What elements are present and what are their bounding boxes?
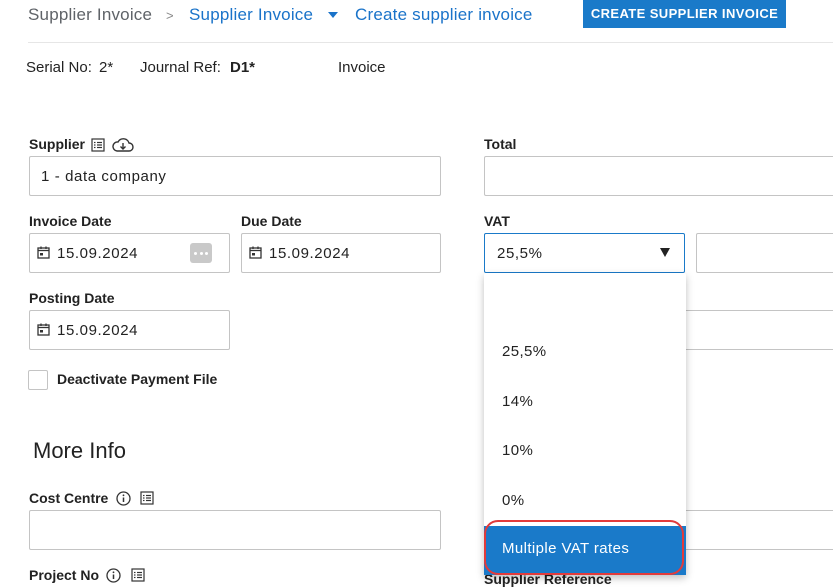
serial-no-label: Serial No: bbox=[26, 59, 92, 76]
due-date-field[interactable]: 15.09.2024 bbox=[241, 233, 441, 273]
breadcrumb-parent[interactable]: Supplier Invoice bbox=[189, 5, 313, 25]
breadcrumb-home[interactable]: Supplier Invoice bbox=[28, 5, 152, 25]
serial-no-value: 2* bbox=[99, 59, 114, 76]
vat-amount-field[interactable] bbox=[696, 233, 833, 273]
cost-centre-label: Cost Centre bbox=[29, 490, 109, 506]
vat-label: VAT bbox=[484, 213, 510, 229]
more-options-icon[interactable] bbox=[190, 243, 212, 263]
create-supplier-invoice-button[interactable]: CREATE SUPPLIER INVOICE bbox=[583, 0, 786, 28]
posting-date-field[interactable]: 15.09.2024 bbox=[29, 310, 230, 350]
invoice-date-field[interactable]: 15.09.2024 bbox=[29, 233, 230, 273]
vat-option-25-5[interactable]: 25,5% bbox=[502, 343, 547, 360]
header-divider bbox=[28, 42, 833, 43]
journal-ref-label: Journal Ref: bbox=[140, 59, 221, 76]
project-no-label: Project No bbox=[29, 567, 100, 583]
vat-option-10[interactable]: 10% bbox=[502, 442, 533, 459]
calendar-icon[interactable] bbox=[37, 246, 50, 259]
due-date-value: 15.09.2024 bbox=[269, 245, 351, 262]
supplier-value: 1 - data company bbox=[41, 168, 167, 185]
list-icon[interactable] bbox=[131, 568, 145, 582]
vat-value: 25,5% bbox=[497, 245, 543, 262]
background-field-lower bbox=[670, 510, 833, 550]
breadcrumb-current: Create supplier invoice bbox=[355, 5, 533, 24]
calendar-icon[interactable] bbox=[37, 323, 50, 336]
total-field[interactable] bbox=[484, 156, 833, 196]
supplier-label: Supplier bbox=[29, 136, 86, 152]
supplier-field[interactable]: 1 - data company bbox=[29, 156, 441, 196]
calendar-icon[interactable] bbox=[249, 246, 262, 259]
posting-date-label: Posting Date bbox=[29, 290, 115, 306]
cost-centre-field[interactable] bbox=[29, 510, 441, 550]
info-icon[interactable] bbox=[106, 568, 121, 583]
info-icon[interactable] bbox=[116, 491, 131, 506]
posting-date-value: 15.09.2024 bbox=[57, 322, 139, 339]
invoice-date-label: Invoice Date bbox=[29, 213, 112, 229]
background-field bbox=[670, 310, 833, 350]
journal-ref-value: D1* bbox=[230, 59, 256, 76]
total-label: Total bbox=[484, 136, 517, 152]
deactivate-payment-file-label: Deactivate Payment File bbox=[57, 371, 218, 387]
chevron-down-icon[interactable] bbox=[328, 12, 338, 18]
deactivate-payment-file-checkbox[interactable] bbox=[28, 370, 48, 390]
due-date-label: Due Date bbox=[241, 213, 302, 229]
list-icon[interactable] bbox=[91, 138, 105, 152]
vat-option-0[interactable]: 0% bbox=[502, 492, 524, 509]
list-icon[interactable] bbox=[140, 491, 154, 505]
document-type: Invoice bbox=[338, 59, 386, 76]
vat-option-14[interactable]: 14% bbox=[502, 393, 533, 410]
highlight-ring bbox=[484, 520, 684, 575]
invoice-date-value: 15.09.2024 bbox=[57, 245, 139, 262]
more-info-heading: More Info bbox=[33, 438, 126, 463]
vat-select[interactable]: 25,5% bbox=[484, 233, 685, 273]
cloud-download-icon[interactable] bbox=[112, 137, 134, 153]
breadcrumb-separator: > bbox=[166, 8, 174, 23]
dropdown-arrow-icon[interactable] bbox=[660, 248, 670, 257]
